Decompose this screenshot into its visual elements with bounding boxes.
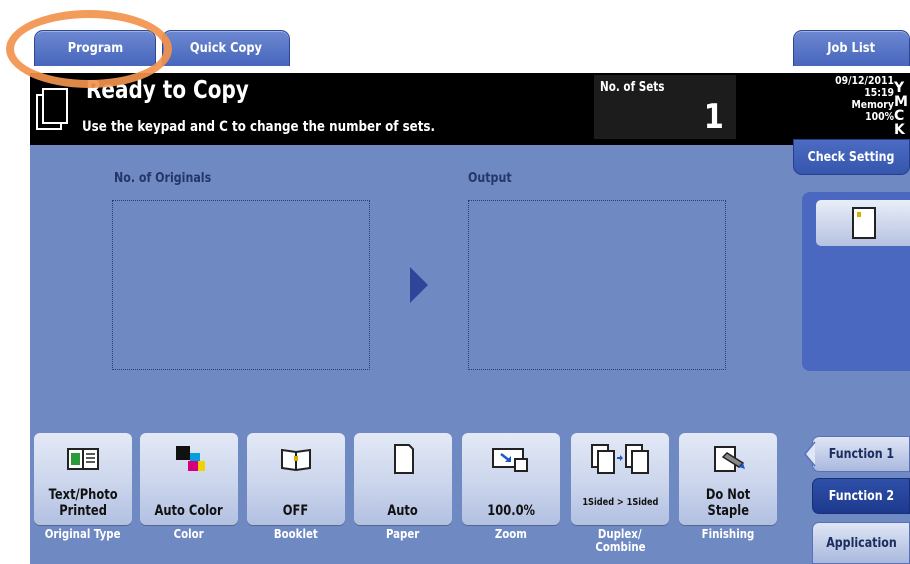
- job-list-tab-label: Job List: [827, 41, 876, 56]
- toner-magenta: M: [894, 95, 910, 109]
- finishing-value-line1: Do Not: [705, 487, 751, 503]
- quick-copy-tab[interactable]: Quick Copy: [162, 30, 290, 66]
- toner-black-letter: K: [894, 122, 905, 138]
- finishing-value: Do Not Staple: [679, 487, 777, 519]
- original-type-value-line2: Printed: [59, 503, 107, 519]
- sets-label: No. of Sets: [600, 80, 665, 95]
- document-icon: [36, 88, 68, 130]
- status-message: Use the keypad and C to change the numbe…: [82, 119, 436, 135]
- page-preview-icon: [852, 207, 876, 239]
- function-2-tab[interactable]: Function 2: [812, 478, 910, 514]
- color-value-text: Auto Color: [154, 503, 224, 519]
- original-type-button[interactable]: Text/Photo Printed: [34, 433, 132, 525]
- zoom-label-text: Zoom: [494, 527, 528, 541]
- finishing-label: Finishing: [679, 528, 777, 541]
- check-setting-label: Check Setting: [808, 149, 895, 165]
- paper-value-text: Auto: [387, 503, 419, 519]
- tab-pointer-icon: [804, 441, 816, 467]
- toner-magenta-letter: M: [894, 94, 908, 110]
- duplex-combine-label: Duplex/ Combine: [571, 528, 669, 554]
- original-type-value: Text/Photo Printed: [34, 487, 132, 519]
- status-bar: Ready to Copy Use the keypad and C to ch…: [30, 73, 910, 145]
- zoom-icon: [492, 448, 528, 472]
- paper-value: Auto: [354, 503, 452, 519]
- quick-copy-tab-label: Quick Copy: [189, 41, 263, 56]
- booklet-value-text: OFF: [283, 503, 309, 519]
- zoom-label: Zoom: [462, 528, 560, 541]
- originals-label: No. of Originals: [114, 171, 212, 186]
- color-value: Auto Color: [140, 503, 238, 519]
- finishing-button[interactable]: Do Not Staple: [679, 433, 777, 525]
- toner-yellow-letter: Y: [894, 80, 905, 96]
- toner-cyan-letter: C: [894, 108, 905, 124]
- sets-value: 1: [704, 97, 725, 137]
- function-2-label: Function 2: [828, 488, 894, 504]
- zoom-button[interactable]: 100.0%: [462, 433, 560, 525]
- paper-label-text: Paper: [386, 527, 420, 541]
- finishing-value-line2: Staple: [707, 503, 749, 519]
- zoom-value-text: 100.0%: [487, 503, 535, 519]
- function-1-label: Function 1: [828, 446, 894, 462]
- booklet-button[interactable]: OFF: [247, 433, 345, 525]
- toner-cyan: C: [894, 109, 910, 123]
- toner-levels: Y M C K: [894, 75, 910, 139]
- finishing-icon: [714, 446, 745, 472]
- color-icon: [176, 446, 205, 471]
- paper-button[interactable]: Auto: [354, 433, 452, 525]
- duplex-label-line2: Combine: [594, 540, 646, 554]
- booklet-label: Booklet: [247, 528, 345, 541]
- duplex-icon: [591, 444, 649, 474]
- duplex-combine-button[interactable]: 1Sided > 1Sided: [571, 433, 669, 525]
- check-setting-button[interactable]: Check Setting: [793, 139, 910, 175]
- color-label-text: Color: [173, 527, 205, 541]
- color-label: Color: [140, 528, 238, 541]
- original-type-label-text: Original Type: [45, 527, 121, 541]
- sets-box: No. of Sets 1: [594, 75, 736, 139]
- application-tab[interactable]: Application: [812, 522, 910, 564]
- booklet-icon: [281, 448, 311, 472]
- zoom-value: 100.0%: [462, 503, 560, 519]
- highlight-ring: [6, 10, 172, 88]
- original-type-label: Original Type: [34, 528, 132, 541]
- booklet-value: OFF: [247, 503, 345, 519]
- duplex-value-text: 1Sided > 1Sided: [581, 497, 659, 508]
- original-type-value-line1: Text/Photo: [48, 487, 118, 503]
- booklet-label-text: Booklet: [274, 527, 318, 541]
- output-box: [468, 200, 726, 370]
- original-type-icon: [67, 448, 99, 470]
- finishing-label-text: Finishing: [701, 527, 755, 541]
- memory-value: 100%: [865, 110, 894, 123]
- toner-yellow: Y: [894, 81, 910, 95]
- paper-label: Paper: [354, 528, 452, 541]
- color-button[interactable]: Auto Color: [140, 433, 238, 525]
- duplex-value: 1Sided > 1Sided: [571, 495, 669, 511]
- device-info: 09/12/2011 15:19 Memory 100%: [774, 75, 894, 139]
- application-label: Application: [825, 535, 897, 551]
- paper-icon: [394, 444, 414, 474]
- job-list-tab[interactable]: Job List: [793, 30, 910, 66]
- arrow-right-icon: [410, 267, 428, 303]
- output-label: Output: [468, 171, 512, 186]
- copy-screen: Program Quick Copy Job List Ready to Cop…: [0, 0, 910, 564]
- toner-black: K: [894, 123, 910, 137]
- originals-box: [112, 200, 370, 370]
- function-1-tab[interactable]: Function 1: [804, 436, 910, 472]
